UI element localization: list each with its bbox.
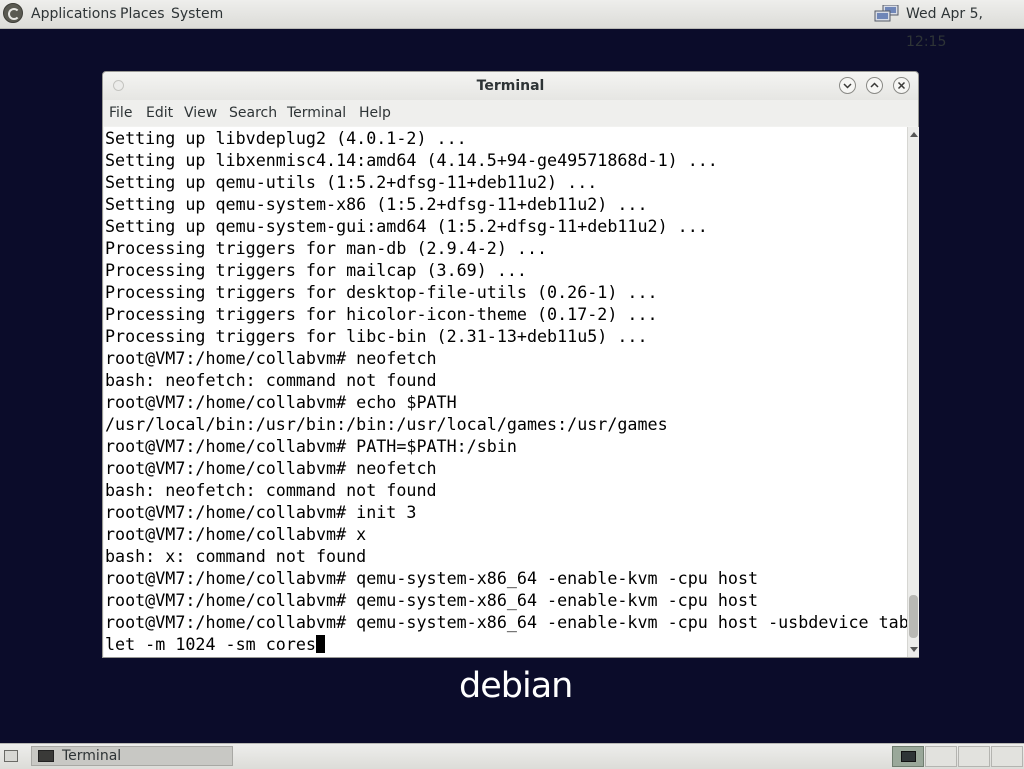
clock[interactable]: Wed Apr 5, 12:15 (906, 0, 1024, 50)
window-titlebar[interactable]: Terminal (103, 72, 918, 100)
debian-wallpaper-logo: debian (459, 666, 573, 706)
terminal-line: root@VM7:/home/collabvm# x (105, 524, 367, 544)
terminal-line: bash: neofetch: command not found (105, 370, 437, 390)
show-desktop-icon[interactable] (4, 750, 18, 762)
applications-menu[interactable]: Applications (31, 0, 117, 28)
terminal-line: bash: neofetch: command not found (105, 480, 437, 500)
terminal-line: Setting up qemu-system-x86 (1:5.2+dfsg-1… (105, 194, 648, 214)
text-cursor (315, 635, 325, 653)
scroll-up-arrow-icon[interactable] (910, 132, 918, 137)
menu-help[interactable]: Help (359, 105, 391, 121)
workspace-3[interactable] (958, 746, 990, 767)
scroll-down-arrow-icon[interactable] (910, 647, 918, 652)
terminal-line: bash: x: command not found (105, 546, 367, 566)
menu-view[interactable]: View (184, 105, 217, 121)
minimize-button[interactable] (839, 77, 856, 94)
menu-search[interactable]: Search (229, 105, 277, 121)
menu-file[interactable]: File (109, 105, 132, 121)
terminal-output[interactable]: Setting up libvdeplug2 (4.0.1-2) ... Set… (104, 127, 907, 657)
bottom-panel: Terminal (0, 743, 1024, 769)
workspace-4[interactable] (991, 746, 1023, 767)
terminal-line: Processing triggers for man-db (2.9.4-2)… (105, 238, 548, 258)
workspace-window-thumbnail (901, 751, 916, 762)
close-icon (897, 81, 906, 90)
terminal-scrollbar[interactable] (907, 127, 919, 657)
menubar: File Edit View Search Terminal Help (103, 100, 918, 126)
taskbar-label: Terminal (62, 748, 122, 764)
scrollbar-thumb[interactable] (909, 595, 918, 638)
menu-edit[interactable]: Edit (146, 105, 173, 121)
terminal-line: Setting up libvdeplug2 (4.0.1-2) ... (105, 128, 467, 148)
places-menu[interactable]: Places (120, 0, 165, 28)
window-title: Terminal (476, 78, 545, 94)
terminal-line: root@VM7:/home/collabvm# qemu-system-x86… (105, 612, 907, 632)
terminal-window: Terminal File Edit View Search Terminal … (102, 71, 919, 658)
terminal-line: Processing triggers for hicolor-icon-the… (105, 304, 658, 324)
terminal-line: Processing triggers for libc-bin (2.31-1… (105, 326, 648, 346)
terminal-input-line[interactable]: let -m 1024 -sm cores (104, 633, 907, 655)
terminal-line: root@VM7:/home/collabvm# neofetch (105, 458, 437, 478)
taskbar-button-terminal[interactable]: Terminal (31, 746, 233, 766)
terminal-line: Processing triggers for desktop-file-uti… (105, 282, 658, 302)
terminal-line: root@VM7:/home/collabvm# PATH=$PATH:/sbi… (105, 436, 517, 456)
terminal-line-text: let -m 1024 -sm cores (105, 634, 316, 654)
terminal-line: /usr/local/bin:/usr/bin:/bin:/usr/local/… (105, 414, 668, 434)
close-button[interactable] (893, 77, 910, 94)
terminal-line: root@VM7:/home/collabvm# qemu-system-x86… (105, 590, 759, 610)
terminal-line: Setting up libxenmisc4.14:amd64 (4.14.5+… (105, 150, 718, 170)
terminal-line: root@VM7:/home/collabvm# qemu-system-x86… (105, 568, 759, 588)
maximize-button[interactable] (866, 77, 883, 94)
distro-logo-icon[interactable] (3, 3, 23, 23)
terminal-line: Setting up qemu-system-gui:amd64 (1:5.2+… (105, 216, 708, 236)
terminal-line: Processing triggers for mailcap (3.69) .… (105, 260, 527, 280)
workspace-1[interactable] (892, 746, 924, 767)
terminal-line: root@VM7:/home/collabvm# echo $PATH (105, 392, 457, 412)
terminal-line: Setting up qemu-utils (1:5.2+dfsg-11+deb… (105, 172, 598, 192)
terminal-line: root@VM7:/home/collabvm# init 3 (105, 502, 417, 522)
chevron-up-icon (870, 82, 879, 88)
terminal-line: root@VM7:/home/collabvm# neofetch (105, 348, 437, 368)
network-icon[interactable] (874, 5, 900, 23)
system-menu[interactable]: System (171, 0, 223, 28)
top-panel: Applications Places System Wed Apr 5, 12… (0, 0, 1024, 50)
menu-terminal[interactable]: Terminal (287, 105, 346, 121)
workspace-2[interactable] (925, 746, 957, 767)
terminal-icon (38, 750, 54, 762)
chevron-down-icon (843, 83, 852, 89)
